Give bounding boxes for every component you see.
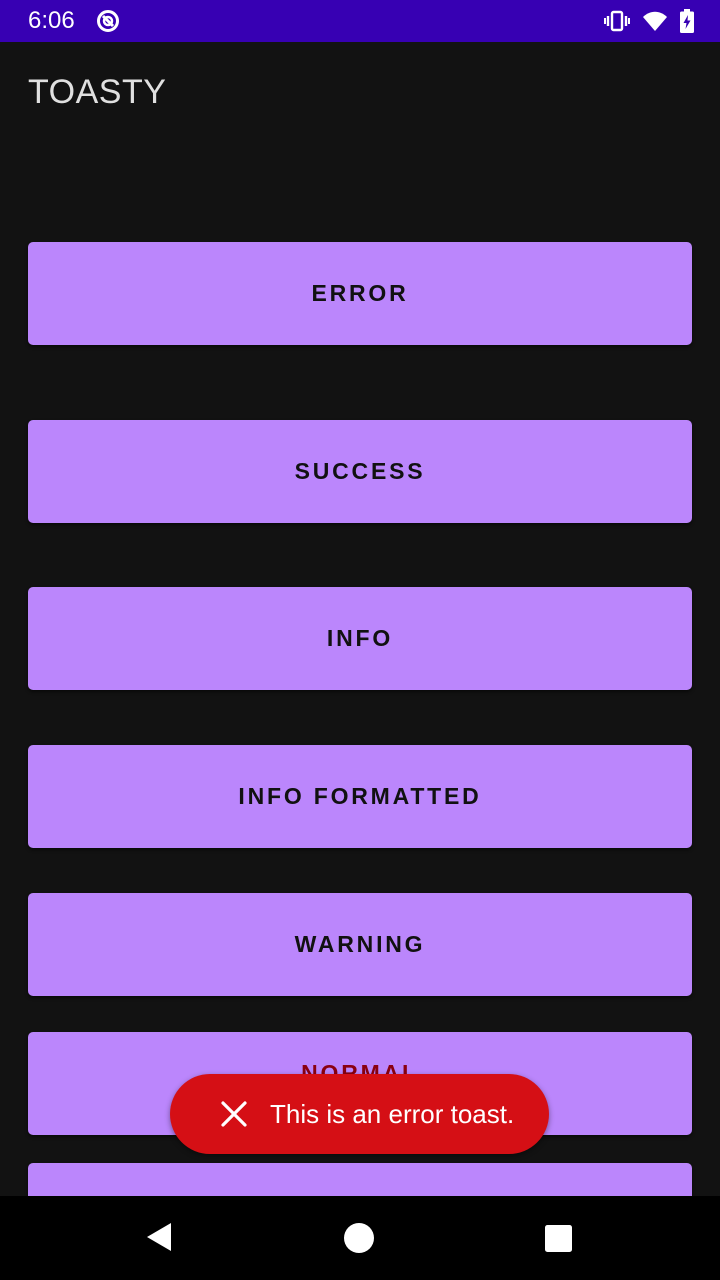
status-bar: 6:06 xyxy=(0,0,720,42)
navigation-bar xyxy=(0,1196,720,1280)
app-title: TOASTY xyxy=(28,73,167,111)
home-icon[interactable] xyxy=(343,1222,375,1259)
close-icon xyxy=(220,1100,248,1128)
screen: 6:06 TOASTY ERROR SUCCESS INFO INFO FORM… xyxy=(0,0,720,1280)
success-button-label: SUCCESS xyxy=(294,458,426,484)
toast-message: This is an error toast. xyxy=(270,1098,515,1129)
wifi-icon xyxy=(642,10,668,32)
info-button-label: INFO xyxy=(326,625,394,651)
status-icons xyxy=(604,8,694,34)
success-button[interactable]: SUCCESS xyxy=(28,420,692,523)
status-time: 6:06 xyxy=(28,7,75,34)
error-button[interactable]: ERROR xyxy=(28,242,692,345)
back-icon[interactable] xyxy=(146,1222,172,1257)
app-notification-icon xyxy=(96,9,120,33)
error-button-label: ERROR xyxy=(311,280,409,306)
info-formatted-button-label: INFO FORMATTED xyxy=(238,783,482,809)
error-toast: This is an error toast. xyxy=(170,1074,549,1154)
info-formatted-button[interactable]: INFO FORMATTED xyxy=(28,745,692,848)
info-button[interactable]: INFO xyxy=(28,587,692,690)
battery-charging-icon xyxy=(680,9,694,33)
recents-icon[interactable] xyxy=(545,1225,572,1257)
warning-button-label: WARNING xyxy=(294,931,426,957)
warning-button[interactable]: WARNING xyxy=(28,893,692,996)
vibrate-icon xyxy=(604,10,630,32)
